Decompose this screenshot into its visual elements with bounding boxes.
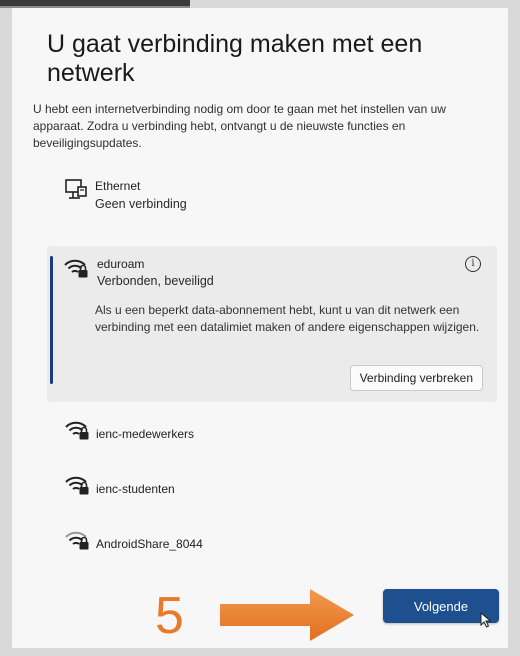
oobe-network-panel: U gaat verbinding maken met een netwerk … <box>12 8 508 648</box>
page-title: U gaat verbinding maken met een netwerk <box>47 30 423 87</box>
network-item-ethernet[interactable]: Ethernet Geen verbinding <box>12 176 508 226</box>
network-name: Ethernet <box>95 179 141 193</box>
arrow-right-icon <box>218 586 358 648</box>
metered-connection-note: Als u een beperkt data-abonnement hebt, … <box>95 303 480 334</box>
wifi-secured-icon <box>64 418 90 445</box>
network-status: Verbonden, beveiligd <box>97 274 214 288</box>
ethernet-icon <box>64 178 88 207</box>
network-name: eduroam <box>97 257 145 271</box>
step-number-annotation: 5 <box>155 587 184 645</box>
selection-indicator <box>50 256 53 384</box>
wifi-secured-weak-icon <box>64 528 90 555</box>
window-tab-strip <box>0 0 190 8</box>
wifi-secured-icon <box>64 473 90 500</box>
page-description: U hebt een internetverbinding nodig om d… <box>33 102 446 150</box>
disconnect-button[interactable]: Verbinding verbreken <box>349 365 483 391</box>
network-name: AndroidShare_8044 <box>96 537 203 551</box>
network-name: ienc-studenten <box>96 482 175 496</box>
network-name: ienc-medewerkers <box>96 427 195 441</box>
mouse-pointer-icon <box>480 611 492 633</box>
network-item-connected[interactable]: eduroam Verbonden, beveiligd i Als u een… <box>47 246 497 402</box>
info-icon[interactable]: i <box>465 256 481 272</box>
wifi-secured-icon <box>63 256 89 283</box>
network-status: Geen verbinding <box>95 197 187 211</box>
